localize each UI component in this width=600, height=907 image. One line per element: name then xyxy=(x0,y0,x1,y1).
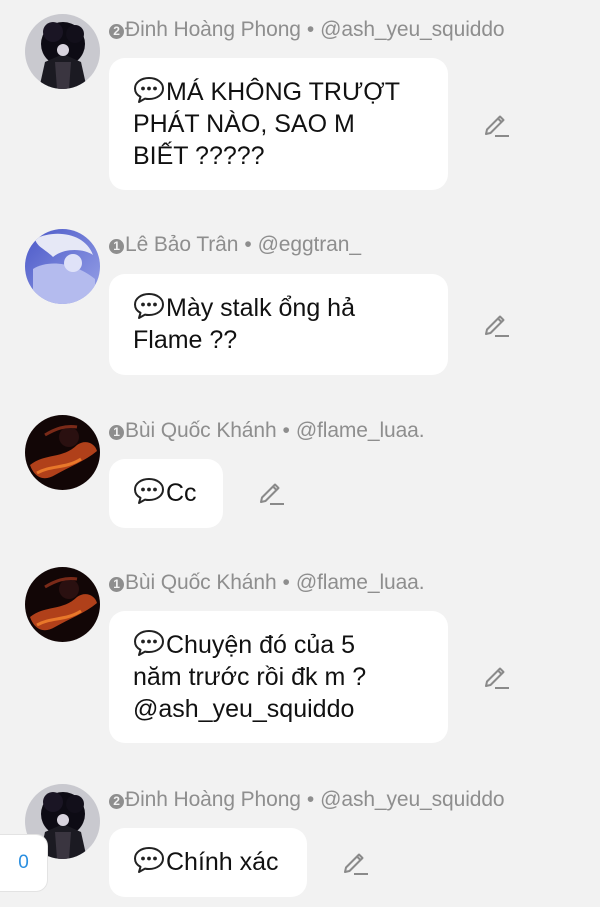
rank-badge: 1 xyxy=(109,425,124,440)
author-name[interactable]: Lê Bảo Trân xyxy=(125,233,238,256)
message-line: BIẾT ????? xyxy=(133,142,265,170)
rank-badge: 2 xyxy=(109,794,124,809)
pencil-icon[interactable] xyxy=(481,309,511,339)
comment-item: 1 Bùi Quốc Khánh • @flame_luaa. Cc xyxy=(0,415,600,530)
separator-dot: • xyxy=(282,571,290,594)
message-line: PHÁT NÀO, SAO M xyxy=(133,110,355,138)
author-name[interactable]: Đinh Hoàng Phong xyxy=(125,788,301,811)
separator-dot: • xyxy=(306,18,315,41)
comment-header: 2 Đinh Hoàng Phong • @ash_yeu_squiddo xyxy=(109,18,505,42)
author-name[interactable]: Đinh Hoàng Phong xyxy=(125,18,301,41)
speech-bubble-icon xyxy=(133,76,165,104)
message-line: Flame ?? xyxy=(133,326,238,354)
message-line: Chính xác xyxy=(166,848,279,876)
author-name[interactable]: Bùi Quốc Khánh xyxy=(125,419,277,442)
avatar[interactable] xyxy=(25,229,100,304)
speech-bubble-icon xyxy=(133,292,165,320)
message-bubble: Mày stalk ổng hả Flame ?? xyxy=(109,274,448,375)
message-line: năm trước rồi đk m ? xyxy=(133,663,367,691)
pencil-icon[interactable] xyxy=(256,477,286,507)
comment-header: 1 Lê Bảo Trân • @eggtran_ xyxy=(109,233,361,257)
pencil-icon[interactable] xyxy=(481,109,511,139)
separator-dot: • xyxy=(306,788,315,811)
comment-header: 2 Đinh Hoàng Phong • @ash_yeu_squiddo xyxy=(109,788,505,812)
message-bubble: Chính xác xyxy=(109,828,307,897)
comment-item: 1 Bùi Quốc Khánh • @flame_luaa. Chuyện đó c… xyxy=(0,567,600,747)
author-handle[interactable]: @ash_yeu_squiddo xyxy=(320,18,504,41)
comment-item: 1 Lê Bảo Trân • @eggtran_ Mày stalk ổng hả … xyxy=(0,229,600,379)
rank-badge: 2 xyxy=(109,24,124,39)
message-line: Mày stalk ổng hả xyxy=(166,294,355,322)
message-bubble: MÁ KHÔNG TRƯỢT PHÁT NÀO, SAO M BIẾT ????… xyxy=(109,58,448,190)
message-bubble: Chuyện đó của 5 năm trước rồi đk m ? @as… xyxy=(109,611,448,743)
rank-badge: 1 xyxy=(109,239,124,254)
comment-header: 1 Bùi Quốc Khánh • @flame_luaa. xyxy=(109,571,425,595)
speech-bubble-icon xyxy=(133,846,165,874)
comment-header: 1 Bùi Quốc Khánh • @flame_luaa. xyxy=(109,419,425,443)
message-line: MÁ KHÔNG TRƯỢT xyxy=(166,78,400,106)
avatar[interactable] xyxy=(25,567,100,642)
author-handle[interactable]: @flame_luaa. xyxy=(296,419,425,442)
avatar[interactable] xyxy=(25,415,100,490)
rank-badge: 1 xyxy=(109,577,124,592)
pencil-icon[interactable] xyxy=(481,661,511,691)
author-name[interactable]: Bùi Quốc Khánh xyxy=(125,571,277,594)
message-line: @ash_yeu_squiddo xyxy=(133,695,355,723)
separator-dot: • xyxy=(282,419,290,442)
message-line: Cc xyxy=(166,479,197,507)
comment-item: 2 Đinh Hoàng Phong • @ash_yeu_squiddo MÁ KH… xyxy=(0,14,600,194)
avatar[interactable] xyxy=(25,14,100,89)
author-handle[interactable]: @eggtran_ xyxy=(258,233,361,256)
speech-bubble-icon xyxy=(133,629,165,657)
message-bubble: Cc xyxy=(109,459,223,528)
speech-bubble-icon xyxy=(133,477,165,505)
comment-item: 2 Đinh Hoàng Phong • @ash_yeu_squiddo Chính… xyxy=(0,784,600,904)
message-line: Chuyện đó của 5 xyxy=(166,631,356,659)
separator-dot: • xyxy=(244,233,252,256)
author-handle[interactable]: @ash_yeu_squiddo xyxy=(320,788,504,811)
author-handle[interactable]: @flame_luaa. xyxy=(296,571,425,594)
pencil-icon[interactable] xyxy=(340,847,370,877)
unread-counter[interactable]: 0 xyxy=(0,834,48,892)
